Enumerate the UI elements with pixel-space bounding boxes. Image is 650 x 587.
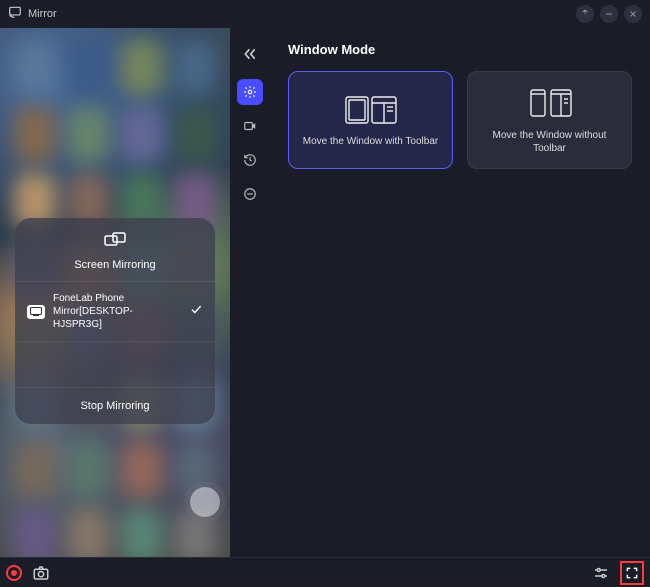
stop-mirroring-button[interactable]: Stop Mirroring xyxy=(15,387,215,424)
bottom-toolbar xyxy=(0,557,650,587)
with-toolbar-icon xyxy=(342,91,400,127)
without-toolbar-icon xyxy=(521,85,579,121)
assistive-touch-dot[interactable] xyxy=(190,487,220,517)
window-mode-card-without-toolbar[interactable]: Move the Window without Toolbar xyxy=(467,71,632,169)
window-mode-tab[interactable] xyxy=(237,79,263,105)
record-button[interactable] xyxy=(6,565,22,581)
app-icon xyxy=(8,5,22,24)
screenshot-button[interactable] xyxy=(32,564,50,582)
check-icon xyxy=(189,302,203,321)
adjust-button[interactable] xyxy=(592,564,610,582)
titlebar: Mirror xyxy=(0,0,650,28)
window-mode-card-with-toolbar[interactable]: Move the Window with Toolbar xyxy=(288,71,453,169)
power-tab[interactable] xyxy=(237,181,263,207)
pin-button[interactable] xyxy=(576,5,594,23)
collapse-panel-button[interactable] xyxy=(238,42,262,66)
screen-mirroring-popup: Screen Mirroring FoneLab Phone Mirror[DE… xyxy=(15,218,215,424)
device-preview: Screen Mirroring FoneLab Phone Mirror[DE… xyxy=(0,28,230,557)
settings-content: Window Mode Move the Window with Toolbar xyxy=(270,28,650,557)
empty-device-slot xyxy=(15,341,215,387)
close-button[interactable] xyxy=(624,5,642,23)
card-label: Move the Window without Toolbar xyxy=(476,129,623,156)
mirror-icon xyxy=(103,232,127,255)
history-tab[interactable] xyxy=(237,147,263,173)
mirror-device-row[interactable]: FoneLab Phone Mirror[DESKTOP-HJSPR3G] xyxy=(15,281,215,341)
app-title: Mirror xyxy=(28,8,57,20)
device-name: FoneLab Phone Mirror[DESKTOP-HJSPR3G] xyxy=(53,292,181,331)
side-icon-strip xyxy=(230,28,270,557)
record-tab[interactable] xyxy=(237,113,263,139)
device-type-icon xyxy=(27,305,45,319)
fullscreen-button[interactable] xyxy=(620,561,644,585)
mirror-popup-title: Screen Mirroring xyxy=(74,259,155,271)
card-label: Move the Window with Toolbar xyxy=(303,135,438,149)
section-title: Window Mode xyxy=(288,42,632,57)
minimize-button[interactable] xyxy=(600,5,618,23)
